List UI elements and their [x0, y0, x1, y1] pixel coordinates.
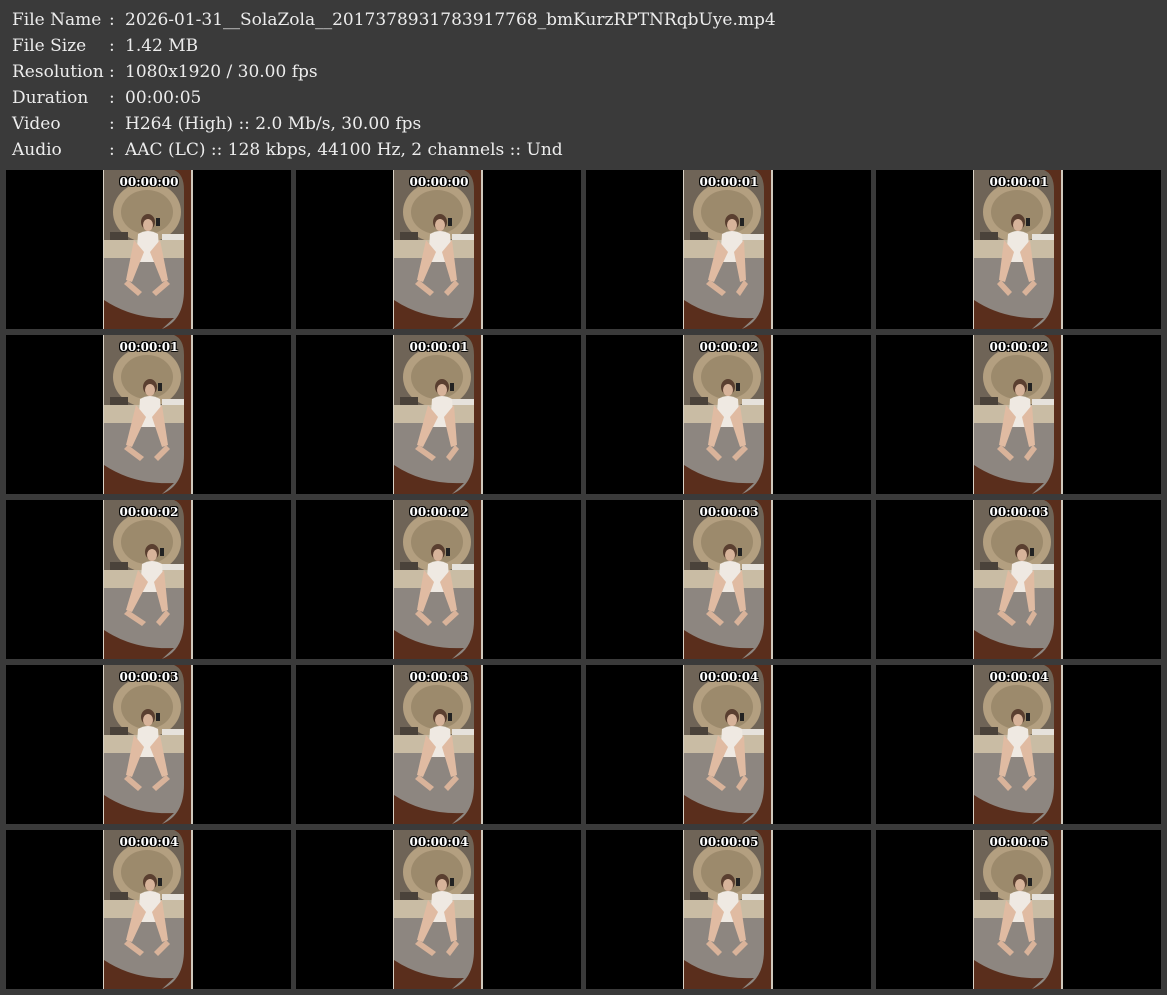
- video-frame-thumbnail: 00:00:04: [393, 830, 483, 989]
- frame-timestamp: 00:00:04: [119, 835, 179, 849]
- frame-timestamp: 00:00:00: [409, 175, 469, 189]
- video-frame-thumbnail: 00:00:02: [973, 335, 1063, 494]
- thumbnail-cell: 00:00:03: [6, 665, 291, 824]
- video-frame-thumbnail: 00:00:01: [103, 335, 193, 494]
- thumbnail-cell: 00:00:01: [296, 335, 581, 494]
- video-frame-thumbnail: 00:00:05: [683, 830, 773, 989]
- video-frame-thumbnail: 00:00:02: [683, 335, 773, 494]
- frame-timestamp: 00:00:02: [409, 505, 469, 519]
- frame-timestamp: 00:00:01: [409, 340, 469, 354]
- thumbnail-cell: 00:00:03: [876, 500, 1161, 659]
- thumbnail-cell: 00:00:04: [296, 830, 581, 989]
- frame-timestamp: 00:00:03: [409, 670, 469, 684]
- video-frame-thumbnail: 00:00:04: [973, 665, 1063, 824]
- thumbnail-cell: 00:00:01: [6, 335, 291, 494]
- video-frame-thumbnail: 00:00:05: [973, 830, 1063, 989]
- thumbnail-cell: 00:00:01: [586, 170, 871, 329]
- frame-timestamp: 00:00:03: [989, 505, 1049, 519]
- thumbnail-cell: 00:00:03: [586, 500, 871, 659]
- video-frame-thumbnail: 00:00:02: [393, 500, 483, 659]
- thumbnail-cell: 00:00:03: [296, 665, 581, 824]
- video-frame-thumbnail: 00:00:00: [103, 170, 193, 329]
- thumbnail-cell: 00:00:00: [6, 170, 291, 329]
- frame-timestamp: 00:00:03: [119, 670, 179, 684]
- frame-timestamp: 00:00:00: [119, 175, 179, 189]
- thumbnail-cell: 00:00:04: [586, 665, 871, 824]
- video-frame-thumbnail: 00:00:03: [683, 500, 773, 659]
- thumbnail-cell: 00:00:02: [296, 500, 581, 659]
- frame-timestamp: 00:00:01: [699, 175, 759, 189]
- video-frame-thumbnail: 00:00:01: [973, 170, 1063, 329]
- frame-timestamp: 00:00:05: [699, 835, 759, 849]
- video-frame-thumbnail: 00:00:03: [393, 665, 483, 824]
- thumbnail-grid: 00:00:00 00:00:00 00:00:01 00:00:01 00:00:01…: [0, 0, 1167, 995]
- thumbnail-cell: 00:00:02: [876, 335, 1161, 494]
- video-frame-thumbnail: 00:00:01: [683, 170, 773, 329]
- thumbnail-cell: 00:00:05: [586, 830, 871, 989]
- frame-timestamp: 00:00:02: [989, 340, 1049, 354]
- thumbnail-cell: 00:00:01: [876, 170, 1161, 329]
- frame-timestamp: 00:00:01: [989, 175, 1049, 189]
- thumbnail-cell: 00:00:00: [296, 170, 581, 329]
- frame-timestamp: 00:00:04: [989, 670, 1049, 684]
- thumbnail-cell: 00:00:05: [876, 830, 1161, 989]
- video-frame-thumbnail: 00:00:00: [393, 170, 483, 329]
- thumbnail-cell: 00:00:02: [6, 500, 291, 659]
- frame-timestamp: 00:00:02: [699, 340, 759, 354]
- video-frame-thumbnail: 00:00:03: [973, 500, 1063, 659]
- video-frame-thumbnail: 00:00:03: [103, 665, 193, 824]
- thumbnail-cell: 00:00:02: [586, 335, 871, 494]
- frame-timestamp: 00:00:01: [119, 340, 179, 354]
- video-frame-thumbnail: 00:00:04: [683, 665, 773, 824]
- video-frame-thumbnail: 00:00:02: [103, 500, 193, 659]
- thumbnail-cell: 00:00:04: [876, 665, 1161, 824]
- frame-timestamp: 00:00:05: [989, 835, 1049, 849]
- thumbnail-cell: 00:00:04: [6, 830, 291, 989]
- video-frame-thumbnail: 00:00:04: [103, 830, 193, 989]
- frame-timestamp: 00:00:02: [119, 505, 179, 519]
- frame-timestamp: 00:00:04: [699, 670, 759, 684]
- frame-timestamp: 00:00:03: [699, 505, 759, 519]
- frame-timestamp: 00:00:04: [409, 835, 469, 849]
- video-frame-thumbnail: 00:00:01: [393, 335, 483, 494]
